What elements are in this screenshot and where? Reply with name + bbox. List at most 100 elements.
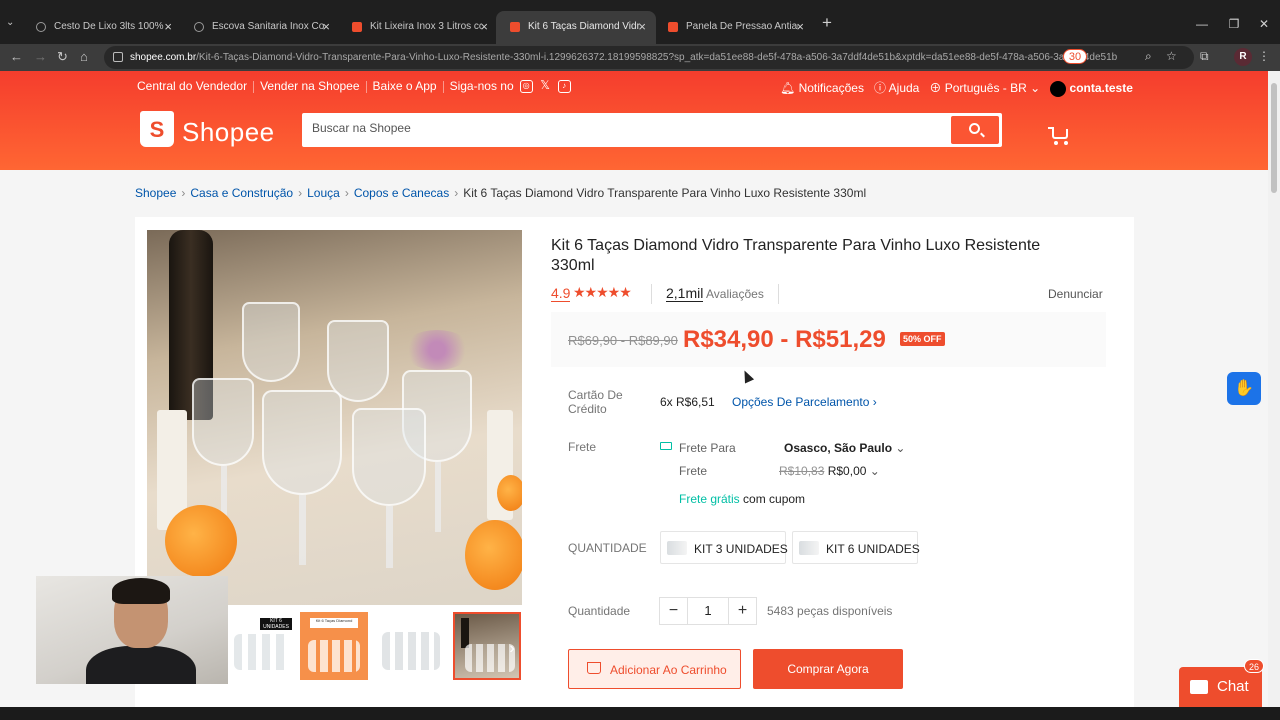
tiktok-icon[interactable]: ♪ [557, 80, 571, 94]
minimize-icon[interactable]: — [1190, 12, 1214, 36]
browser-tab[interactable]: Panela De Pressao Antiaderent× [654, 11, 814, 44]
address-bar-row: ← → ↻ ⌂ shopee.com.br/Kit-6-Taças-Diamon… [0, 44, 1280, 71]
back-arrow-icon[interactable]: ← [10, 49, 23, 64]
close-tab-icon[interactable]: × [164, 19, 172, 34]
url-input[interactable]: shopee.com.br/Kit-6-Taças-Diamond-Vidro-… [104, 46, 1194, 69]
chat-button[interactable]: Chat [1179, 667, 1262, 707]
top-left-nav: Central do Vendedor Vender na Shopee Baixe… [137, 79, 571, 94]
sell-link[interactable]: Vender na Shopee [260, 79, 359, 93]
profile-avatar[interactable]: R [1234, 48, 1252, 66]
browser-tab-bar: ⌄ Cesto De Lixo 3lts 100% Inox C× Escova… [0, 0, 1280, 44]
decrease-button[interactable]: − [660, 598, 688, 624]
shopee-icon [510, 22, 520, 32]
current-price: R$34,90 - R$51,29 [683, 326, 886, 353]
breadcrumb-link[interactable]: Copos e Canecas [354, 186, 449, 200]
installments-value: 6x R$6,51 [660, 395, 715, 409]
extensions-icon[interactable]: ⧉ [1200, 49, 1209, 64]
scrollbar-thumb[interactable] [1271, 83, 1277, 193]
stock-available: 5483 peças disponíveis [767, 604, 893, 618]
webcam-overlay [36, 576, 228, 684]
breadcrumb-link[interactable]: Casa e Construção [190, 186, 293, 200]
ship-cost-label: Frete [679, 464, 708, 478]
chevron-right-icon: › [872, 395, 877, 409]
breadcrumb-link[interactable]: Louça [307, 186, 340, 200]
search-bar [302, 113, 1002, 147]
globe-icon [36, 22, 46, 32]
language-selector[interactable]: Português - BR [945, 81, 1027, 95]
quantity-label: Quantidade [568, 604, 631, 618]
close-tab-icon[interactable]: × [480, 19, 488, 34]
x-icon[interactable]: 𝕏 [539, 79, 552, 93]
browser-tab[interactable]: Cesto De Lixo 3lts 100% Inox C× [22, 11, 182, 44]
search-icon [969, 123, 980, 134]
breadcrumb-current: Kit 6 Taças Diamond Vidro Transparente P… [463, 186, 867, 200]
reload-icon[interactable]: ↻ [57, 49, 68, 65]
notifications-link[interactable]: Notificações [799, 81, 864, 95]
site-info-icon[interactable] [113, 52, 123, 62]
buy-now-button[interactable]: Comprar Agora [753, 649, 903, 689]
ship-to-location[interactable]: Osasco, São Paulo ⌄ [784, 441, 905, 455]
globe-icon: ⊕ [929, 81, 942, 95]
instagram-icon[interactable]: ◎ [519, 80, 533, 94]
chevron-right-icon[interactable]: › [504, 637, 520, 661]
close-tab-icon[interactable]: × [638, 19, 646, 34]
account-link[interactable]: conta.teste [1070, 81, 1133, 95]
chevron-down-icon: ⌄ [869, 464, 880, 478]
shopee-header: Central do Vendedor Vender na Shopee Baixe… [0, 71, 1268, 170]
installment-options-link[interactable]: Opções De Parcelamento › [732, 395, 877, 409]
help-link[interactable]: Ajuda [889, 81, 920, 95]
restore-icon[interactable]: ❐ [1222, 12, 1246, 36]
chevron-down-icon: ⌄ [895, 441, 906, 455]
home-icon[interactable]: ⌂ [80, 49, 88, 64]
seller-center-link[interactable]: Central do Vendedor [137, 79, 247, 93]
original-price: R$69,90 - R$89,90 [568, 333, 678, 348]
star-rating-icon: ★★★★★ [573, 284, 632, 300]
top-right-nav: 🔔︎ Notificações ⓘ Ajuda ⊕ Português - BR… [780, 79, 1133, 97]
breadcrumb-link[interactable]: Shopee [135, 186, 176, 200]
tab-search-chevron-icon[interactable]: ⌄ [6, 17, 14, 28]
help-icon: ⓘ [873, 81, 886, 95]
quantity-stepper: − 1 + [659, 597, 757, 625]
increase-button[interactable]: + [728, 598, 756, 624]
discount-badge: 50% OFF [900, 332, 945, 346]
forward-arrow-icon[interactable]: → [34, 49, 47, 64]
search-input[interactable] [312, 121, 932, 135]
page-scrollbar[interactable] [1268, 71, 1280, 720]
variant-option[interactable]: KIT 3 UNIDADES [660, 531, 788, 564]
thumbnail-image[interactable] [376, 612, 444, 680]
thumbnail-image[interactable]: Kit 6 Taças Diamond [300, 612, 368, 680]
reviews-label: Avaliações [706, 287, 764, 301]
search-button[interactable] [951, 116, 999, 144]
breadcrumb: Shopee › Casa e Construção › Louça › Copos e C… [135, 186, 866, 200]
cart-plus-icon [587, 662, 601, 674]
ship-cost[interactable]: R$10,83 R$0,00 ⌄ [779, 464, 880, 478]
download-app-link[interactable]: Baixe o App [373, 79, 437, 93]
product-main-image[interactable] [147, 230, 522, 605]
browser-tab[interactable]: Escova Sanitaria Inox Com Supo× [180, 11, 340, 44]
new-tab-plus-icon[interactable]: + [822, 13, 832, 33]
bookmark-star-icon[interactable]: ☆ [1166, 49, 1177, 63]
close-window-icon[interactable]: ✕ [1252, 12, 1276, 36]
variant-option[interactable]: KIT 6 UNIDADES [792, 531, 920, 564]
bell-icon: 🔔︎ [780, 81, 796, 95]
menu-kebab-icon[interactable]: ⋮ [1258, 49, 1270, 63]
credit-card-label: Cartão De Crédito [568, 388, 623, 416]
chat-unread-badge: 26 [1244, 659, 1264, 673]
avatar[interactable] [1050, 80, 1067, 97]
reviews-count[interactable]: 2,1mil [666, 285, 704, 302]
quantity-input[interactable]: 1 [688, 598, 728, 624]
close-tab-icon[interactable]: × [796, 19, 804, 34]
close-tab-icon[interactable]: × [322, 19, 330, 34]
browser-tab[interactable]: Kit Lixeira Inox 3 Litros com Pe× [338, 11, 498, 44]
rating-value[interactable]: 4.9 [551, 285, 571, 302]
free-shipping-note: Frete grátis com cupom [679, 492, 806, 506]
product-title: Kit 6 Taças Diamond Vidro Transparente P… [551, 237, 1041, 274]
cart-icon[interactable] [1048, 125, 1072, 147]
thumbnail-image[interactable]: KIT 6 UNIDADES [228, 612, 296, 680]
accessibility-hand-icon[interactable]: ✋ [1227, 372, 1261, 405]
shopee-bag-icon: S [140, 111, 174, 147]
add-to-cart-button[interactable]: Adicionar Ao Carrinho [568, 649, 741, 689]
zoom-icon[interactable]: ⌕ [1145, 49, 1152, 64]
report-link[interactable]: Denunciar [1048, 287, 1103, 301]
browser-tab-active[interactable]: Kit 6 Taças Diamond Vidro Tran× [496, 11, 656, 44]
